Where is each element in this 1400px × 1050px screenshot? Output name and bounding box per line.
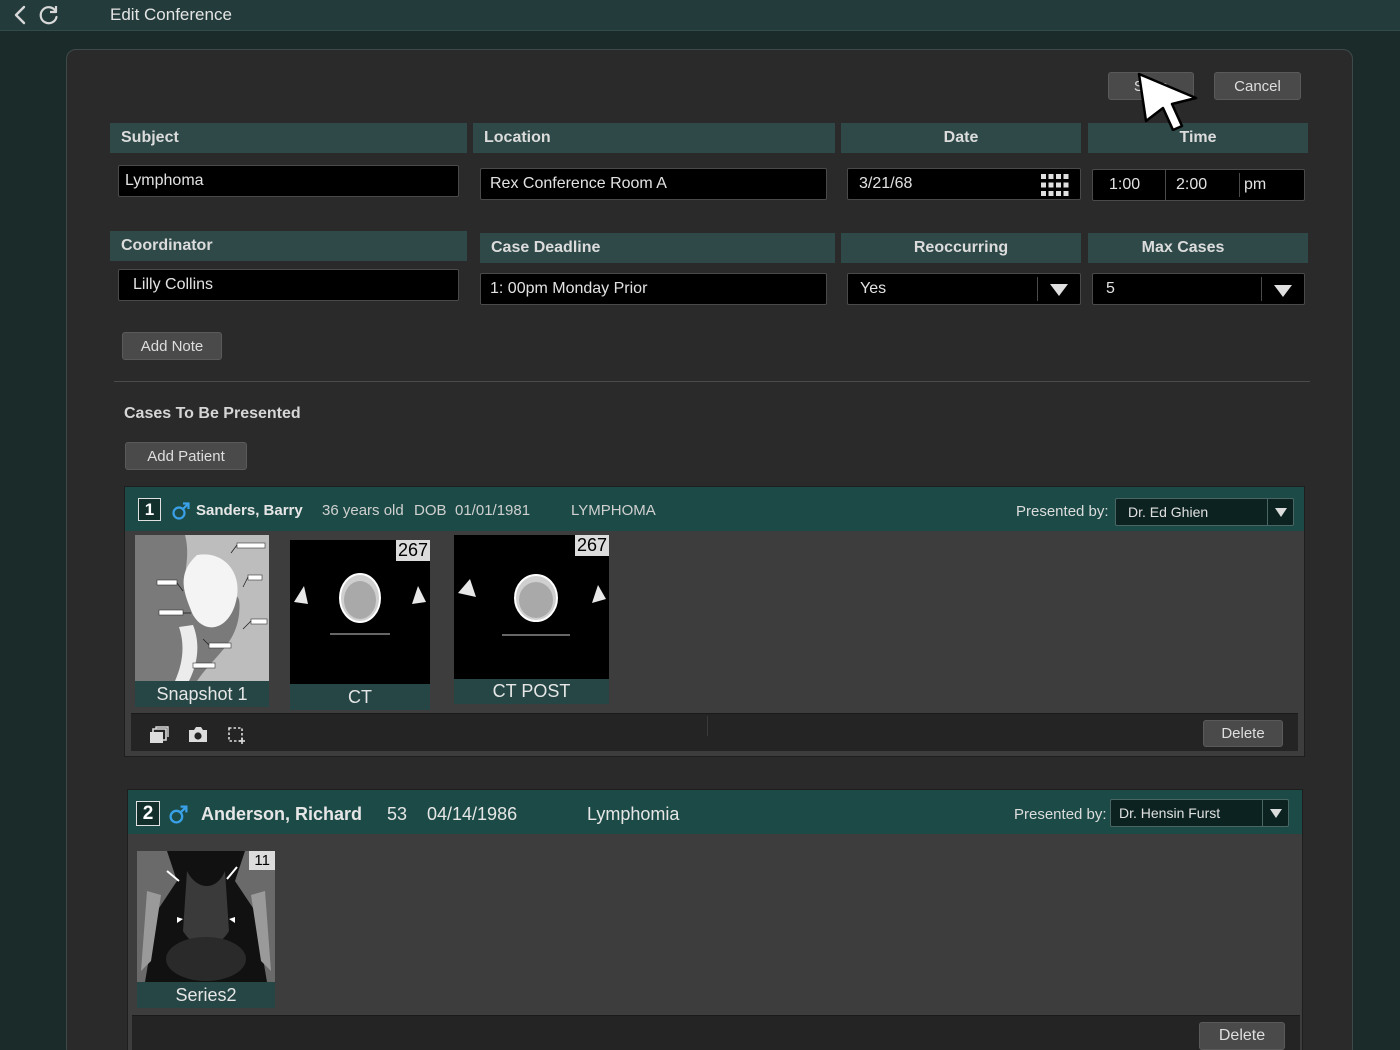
presenter-select[interactable]: Dr. Ed Ghien xyxy=(1115,498,1294,526)
select-separator xyxy=(1037,277,1038,301)
time-end[interactable]: 2:00 xyxy=(1176,176,1207,194)
dob-label: DOB xyxy=(414,502,447,519)
max-cases-select[interactable]: 5 xyxy=(1092,273,1305,305)
triangle-down-icon[interactable] xyxy=(1274,507,1287,517)
section-divider xyxy=(114,381,1310,382)
max-cases-value: 5 xyxy=(1106,280,1115,297)
thumbnail-image xyxy=(454,535,609,679)
patient-dob: 01/01/1981 xyxy=(455,502,531,519)
location-input[interactable]: Rex Conference Room A xyxy=(480,168,827,200)
time-start[interactable]: 1:00 xyxy=(1109,176,1140,194)
window-title: Edit Conference xyxy=(110,5,232,24)
toolbar-separator xyxy=(707,716,708,736)
case-number: 2 xyxy=(136,801,160,826)
case-deadline-input[interactable]: 1: 00pm Monday Prior xyxy=(480,273,827,305)
cancel-button[interactable]: Cancel xyxy=(1214,72,1301,100)
thumbnail-caption: CT xyxy=(290,684,430,710)
thumbnail-series2[interactable]: 11 Series2 xyxy=(137,851,275,1008)
male-symbol-icon xyxy=(172,502,190,520)
presented-by-label: Presented by: xyxy=(1014,806,1107,823)
thumbnail-ct[interactable]: 267 CT xyxy=(290,540,430,710)
thumbnail-caption: CT POST xyxy=(454,679,609,704)
subject-input[interactable]: Lymphoma xyxy=(118,165,459,197)
time-separator-2 xyxy=(1239,173,1240,197)
series-stack-icon[interactable] xyxy=(149,726,169,744)
case-deadline-label: Case Deadline xyxy=(480,233,835,263)
image-count-badge: 267 xyxy=(395,540,430,561)
cases-section-title: Cases To Be Presented xyxy=(124,405,301,422)
region-select-icon[interactable] xyxy=(227,726,246,745)
patient-age: 36 years old xyxy=(322,502,404,519)
reoccurring-value: Yes xyxy=(860,280,887,297)
refresh-icon[interactable] xyxy=(38,4,60,26)
coordinator-input[interactable]: Lilly Collins xyxy=(118,269,459,301)
chevron-left-icon[interactable] xyxy=(10,4,30,26)
time-separator xyxy=(1165,170,1166,200)
reoccurring-label: Reoccurring xyxy=(841,233,1081,263)
male-symbol-icon xyxy=(169,805,188,824)
date-input[interactable]: 3/21/68 xyxy=(847,168,1081,200)
case-toolbar: Delete xyxy=(132,1015,1300,1050)
triangle-down-icon[interactable] xyxy=(1273,284,1293,298)
add-patient-button[interactable]: Add Patient xyxy=(125,442,247,470)
patient-name[interactable]: Sanders, Barry xyxy=(196,502,303,519)
reoccurring-select[interactable]: Yes xyxy=(847,273,1081,305)
case-toolbar: Delete xyxy=(131,713,1298,751)
patient-age: 53 xyxy=(387,804,408,824)
image-count-badge: 11 xyxy=(249,851,275,870)
delete-case-button[interactable]: Delete xyxy=(1199,1022,1285,1050)
coordinator-label: Coordinator xyxy=(110,231,467,261)
patient-name[interactable]: Anderson, Richard xyxy=(201,804,362,825)
date-value: 3/21/68 xyxy=(859,175,913,192)
presented-by-label: Presented by: xyxy=(1016,503,1109,520)
presenter-select[interactable]: Dr. Hensin Furst xyxy=(1110,799,1289,827)
mouse-pointer-icon xyxy=(1137,72,1198,131)
case-number: 1 xyxy=(138,498,161,521)
thumbnail-image xyxy=(290,540,430,684)
thumbnail-snapshot-1[interactable]: Snapshot 1 xyxy=(135,535,269,707)
thumbnail-caption: Snapshot 1 xyxy=(135,681,269,707)
thumbnail-image xyxy=(135,535,269,681)
calendar-grid-icon[interactable] xyxy=(1040,173,1072,197)
triangle-down-icon[interactable] xyxy=(1269,808,1282,818)
case-card-2: 2 Anderson, Richard 53 04/14/1986 Lympho… xyxy=(127,789,1303,1050)
select-separator xyxy=(1261,277,1262,301)
patient-diagnosis: LYMPHOMA xyxy=(571,502,656,519)
triangle-down-icon[interactable] xyxy=(1049,283,1069,297)
date-label: Date xyxy=(841,123,1081,153)
delete-case-button[interactable]: Delete xyxy=(1203,720,1283,747)
max-cases-label: Max Cases xyxy=(1088,233,1308,263)
patient-dob: 04/14/1986 xyxy=(427,804,518,824)
case-card-1: 1 Sanders, Barry 36 years old DOB 01/01/… xyxy=(124,486,1305,757)
thumbnail-image xyxy=(137,851,275,982)
patient-diagnosis: Lymphomia xyxy=(587,804,680,824)
camera-icon[interactable] xyxy=(188,726,208,743)
thumbnail-ct-post[interactable]: 267 CT POST xyxy=(454,535,609,704)
subject-label: Subject xyxy=(110,123,467,153)
image-count-badge: 267 xyxy=(574,535,609,556)
title-bar: Edit Conference xyxy=(0,0,1400,31)
time-input[interactable]: 1:00 2:00 pm xyxy=(1092,169,1305,201)
location-label: Location xyxy=(473,123,835,153)
time-ampm[interactable]: pm xyxy=(1244,176,1266,194)
presenter-value: Dr. Hensin Furst xyxy=(1119,805,1221,821)
thumbnail-caption: Series2 xyxy=(137,982,275,1008)
presenter-value: Dr. Ed Ghien xyxy=(1128,504,1209,520)
add-note-button[interactable]: Add Note xyxy=(122,332,222,360)
